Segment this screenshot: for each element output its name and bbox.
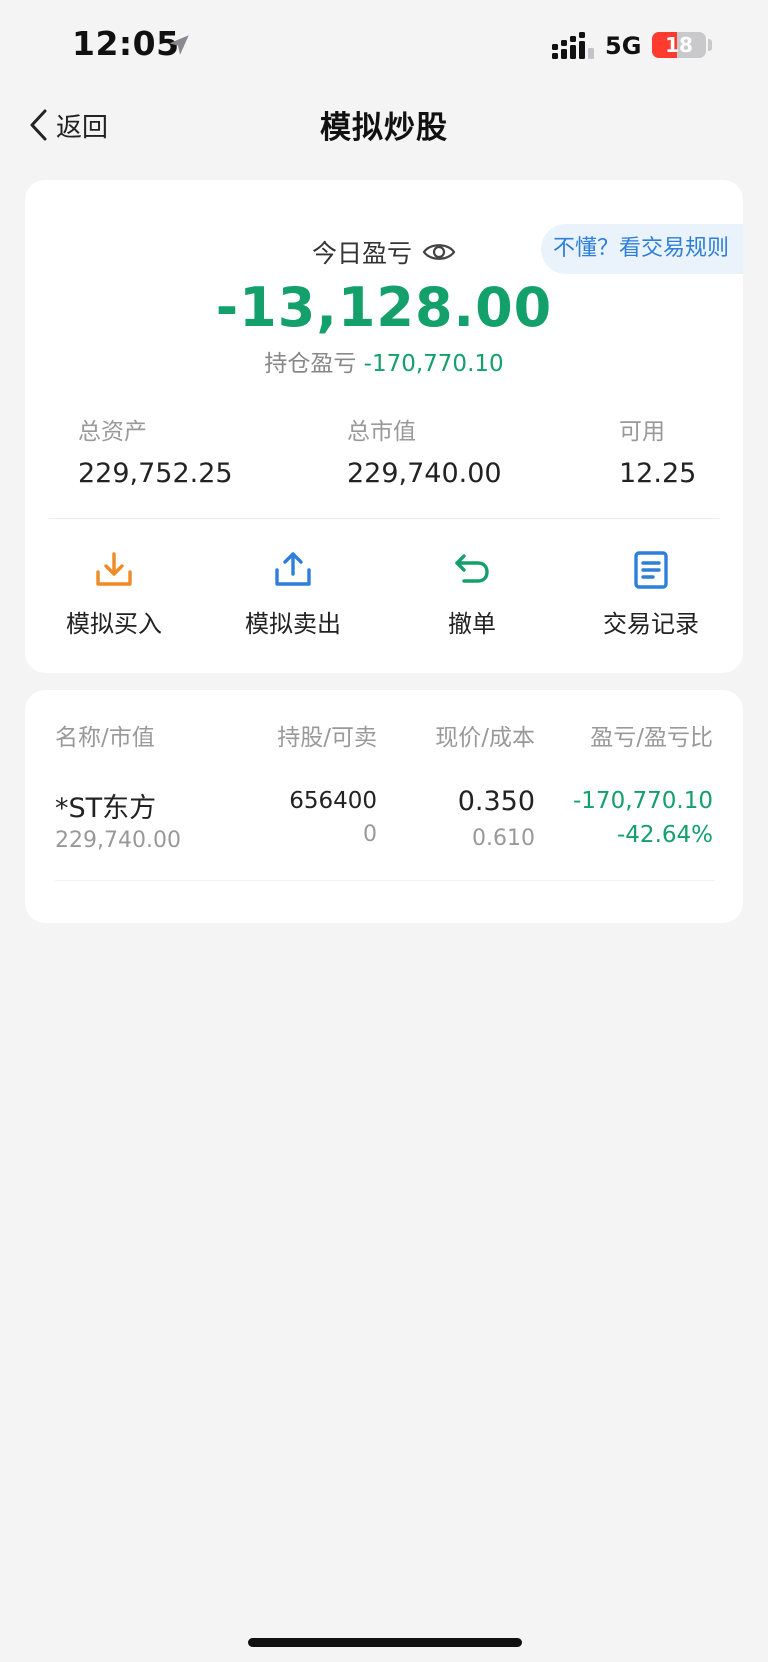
simulated-buy-button[interactable]: 模拟买入 bbox=[39, 550, 189, 639]
stat-label: 总资产 bbox=[78, 419, 147, 445]
location-arrow-icon bbox=[169, 35, 189, 55]
page-title: 模拟炒股 bbox=[320, 110, 448, 146]
shares-sellable: 0 bbox=[363, 822, 377, 847]
action-label: 交易记录 bbox=[603, 610, 699, 638]
download-tray-icon bbox=[96, 552, 132, 586]
battery-cap bbox=[708, 39, 712, 51]
stock-name: *ST东方 bbox=[55, 793, 157, 824]
simulated-sell-button[interactable]: 模拟卖出 bbox=[218, 550, 368, 639]
divider bbox=[55, 880, 715, 881]
trade-records-button[interactable]: 交易记录 bbox=[576, 550, 726, 639]
position-pnl-label: 持仓盈亏 bbox=[264, 351, 357, 377]
stock-market-value: 229,740.00 bbox=[55, 828, 181, 853]
position-pnl-value: -170,770.10 bbox=[363, 351, 504, 377]
screen: 12:05 5G 18 返回 模拟炒股 不懂？看交易规则 今日盈亏 -13,12… bbox=[0, 0, 768, 1662]
stat-label: 总市值 bbox=[347, 419, 416, 445]
action-label: 模拟卖出 bbox=[245, 610, 341, 638]
upload-tray-icon bbox=[275, 552, 311, 586]
action-label: 模拟买入 bbox=[66, 610, 162, 638]
column-header-price: 现价/成本 bbox=[435, 725, 535, 751]
stock-pnl: -170,770.10 bbox=[573, 788, 713, 814]
stat-market-value: 总市值 229,740.00 bbox=[347, 412, 502, 489]
cancel-order-button[interactable]: 撤单 bbox=[397, 550, 547, 639]
today-pnl-value: -13,128.00 bbox=[215, 276, 553, 339]
holdings-card: 名称/市值 持股/可卖 现价/成本 盈亏/盈亏比 *ST东方 229,740.0… bbox=[25, 690, 743, 923]
home-indicator[interactable] bbox=[248, 1638, 522, 1647]
stat-label: 可用 bbox=[619, 419, 665, 445]
battery-icon: 18 bbox=[652, 32, 706, 58]
column-header-name: 名称/市值 bbox=[55, 725, 155, 751]
position-pnl: 持仓盈亏 -170,770.10 bbox=[25, 344, 743, 378]
action-label: 撤单 bbox=[448, 610, 496, 638]
divider bbox=[49, 518, 719, 519]
network-label: 5G bbox=[605, 32, 642, 60]
stat-available: 可用 12.25 bbox=[619, 412, 696, 489]
shares-held: 656400 bbox=[289, 788, 377, 814]
status-time: 12:05 bbox=[72, 24, 180, 63]
eye-icon[interactable] bbox=[422, 240, 456, 264]
nav-bar: 返回 模拟炒股 bbox=[0, 96, 768, 154]
column-header-shares: 持股/可卖 bbox=[277, 725, 377, 751]
status-bar: 12:05 5G 18 bbox=[0, 0, 768, 96]
undo-arrow-icon bbox=[455, 554, 489, 583]
today-pnl-header: 今日盈亏 bbox=[25, 234, 743, 270]
current-price: 0.350 bbox=[457, 786, 535, 817]
document-list-icon bbox=[634, 551, 668, 589]
account-summary-card: 不懂？看交易规则 今日盈亏 -13,128.00 持仓盈亏 -170,770.1… bbox=[25, 180, 743, 673]
signal-bars-icon bbox=[552, 32, 594, 59]
stock-pnl-ratio: -42.64% bbox=[617, 822, 713, 848]
stat-total-assets: 总资产 229,752.25 bbox=[78, 412, 233, 489]
stat-value: 229,752.25 bbox=[78, 458, 233, 489]
cost-price: 0.610 bbox=[472, 826, 535, 851]
stat-value: 229,740.00 bbox=[347, 458, 502, 489]
battery-percent: 18 bbox=[665, 33, 693, 57]
today-pnl-label: 今日盈亏 bbox=[311, 239, 412, 268]
column-header-pnl: 盈亏/盈亏比 bbox=[590, 725, 713, 751]
stat-value: 12.25 bbox=[619, 458, 697, 489]
